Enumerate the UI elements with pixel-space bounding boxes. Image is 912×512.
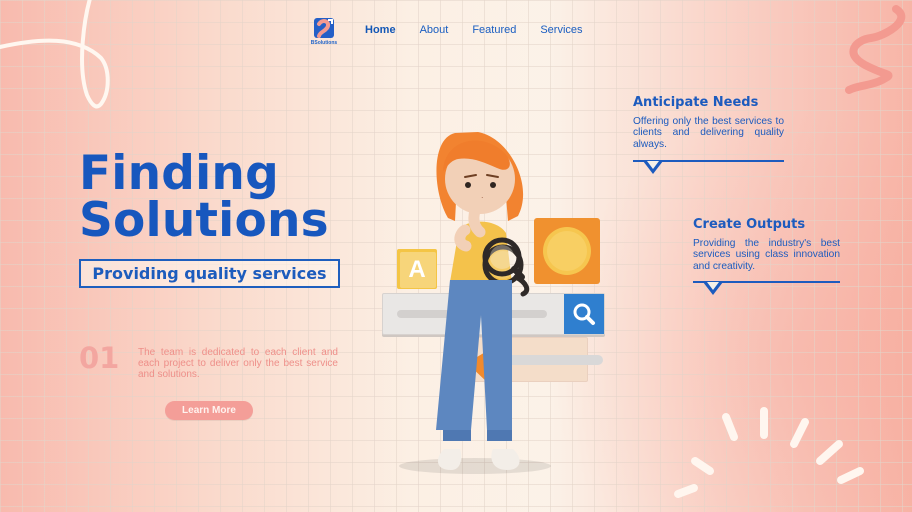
- burst-decoration-icon: [674, 407, 864, 498]
- brand-logo-icon: [314, 18, 334, 38]
- feature-anticipate-needs: Anticipate Needs Offering only the best …: [633, 95, 784, 181]
- speech-tail-inner: [647, 161, 659, 169]
- search-icon: [573, 303, 595, 325]
- top-navigation: BSolutions Home About Featured Services: [0, 16, 912, 50]
- step-description: The team is dedicated to each client and…: [138, 347, 338, 380]
- subtitle-box: Providing quality services: [79, 259, 340, 288]
- speech-tail-inner: [707, 282, 719, 290]
- letter-tile: A: [397, 249, 437, 289]
- nav-home[interactable]: Home: [365, 24, 396, 36]
- media-progress-line: [505, 355, 603, 365]
- landing-page: BSolutions Home About Featured Services …: [0, 0, 912, 512]
- brand-logo[interactable]: BSolutions: [309, 16, 339, 50]
- feature-title: Create Outputs: [693, 217, 806, 232]
- magnifier-icon: [482, 237, 525, 280]
- step-number: 01: [79, 341, 120, 375]
- nav-about[interactable]: About: [420, 24, 449, 36]
- learn-more-button[interactable]: Learn More: [165, 401, 253, 420]
- shape-tile-circle: [534, 218, 600, 284]
- hero-title-line2: Solutions: [79, 193, 329, 248]
- search-button-illustration: [564, 294, 604, 334]
- hero-subtitle: Providing quality services: [92, 264, 327, 283]
- feature-description: Offering only the best services to clien…: [633, 116, 784, 150]
- nav-links: Home About Featured Services: [365, 24, 607, 36]
- nav-featured[interactable]: Featured: [472, 24, 516, 36]
- hero-title: Finding Solutions: [79, 150, 379, 244]
- svg-text:A: A: [408, 256, 425, 283]
- nav-services[interactable]: Services: [540, 24, 582, 36]
- feature-title: Anticipate Needs: [633, 95, 759, 110]
- media-panel-illustration: [456, 337, 603, 382]
- search-placeholder-line: [397, 310, 547, 318]
- feature-description: Providing the industry's best services u…: [693, 238, 840, 272]
- feature-create-outputs: Create Outputs Providing the industry's …: [693, 217, 840, 305]
- brand-name: BSolutions: [310, 40, 338, 46]
- search-bar-illustration: [382, 293, 605, 335]
